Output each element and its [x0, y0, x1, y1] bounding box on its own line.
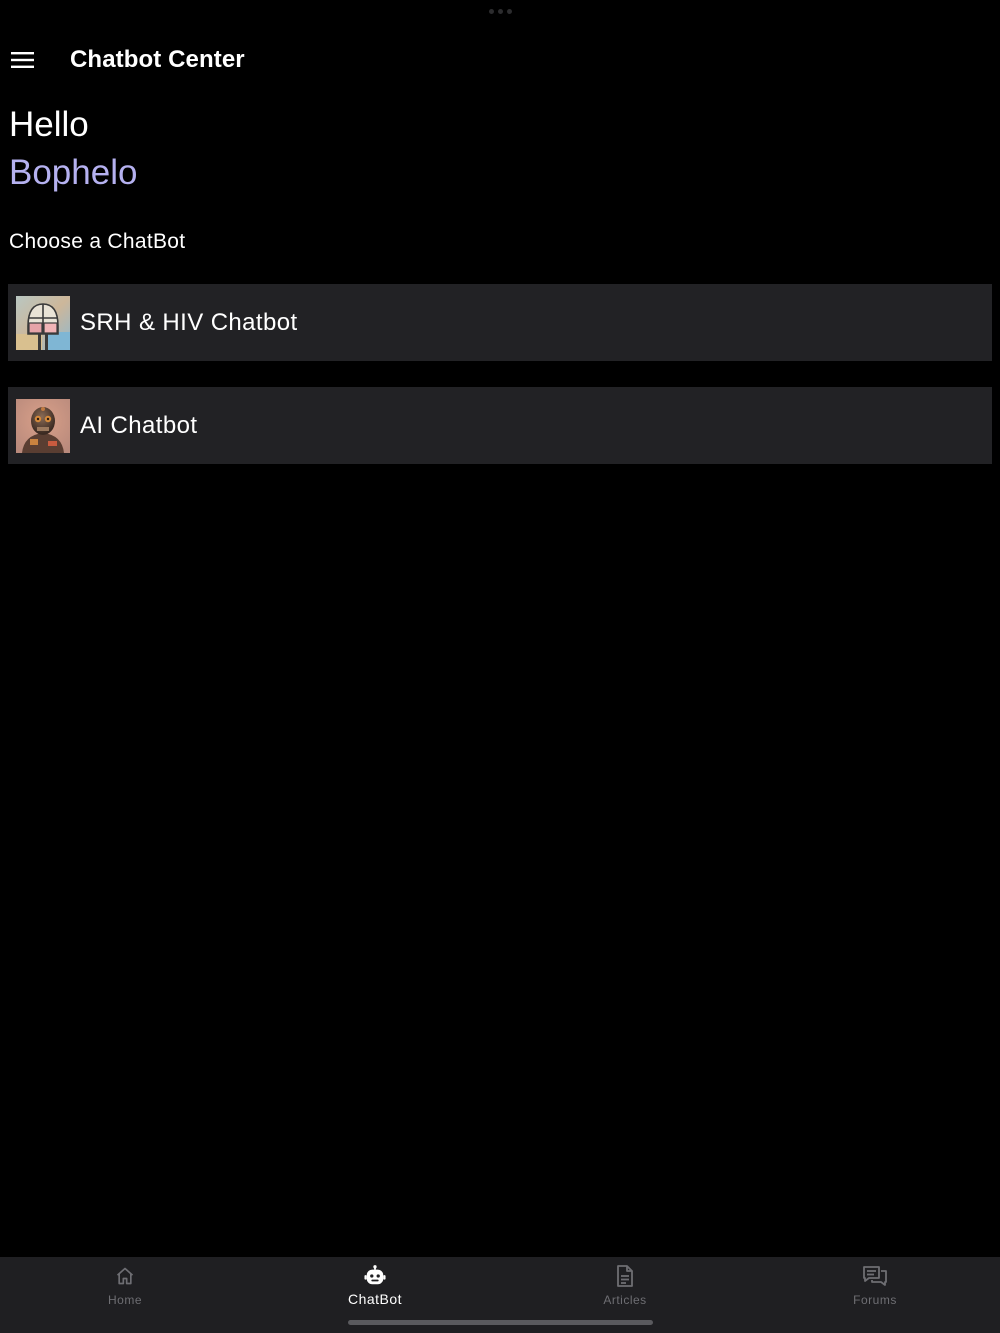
- tab-forums[interactable]: Forums: [750, 1257, 1000, 1333]
- user-name: Bophelo: [9, 153, 138, 192]
- srh-hiv-chatbot-avatar: [16, 295, 70, 350]
- top-app-bar: Chatbot Center: [0, 34, 1000, 86]
- chatbot-label: AI Chatbot: [80, 411, 198, 439]
- tab-label: Home: [107, 1293, 142, 1307]
- home-icon: [113, 1264, 137, 1288]
- robot-icon: [363, 1264, 387, 1288]
- page-title: Chatbot Center: [70, 46, 245, 73]
- document-icon: [613, 1264, 637, 1288]
- tab-label: Forums: [853, 1293, 897, 1307]
- chatbot-label: SRH & HIV Chatbot: [80, 308, 298, 336]
- multitasking-dots[interactable]: [489, 9, 512, 14]
- choose-chatbot-label: Choose a ChatBot: [9, 230, 186, 253]
- home-indicator[interactable]: [348, 1320, 653, 1325]
- app-screen: Chatbot Center Hello Bophelo Choose a Ch…: [0, 0, 1000, 1333]
- menu-button[interactable]: [0, 37, 46, 83]
- chatbot-item-ai[interactable]: AI Chatbot: [8, 387, 992, 464]
- chatbot-item-srh-hiv[interactable]: SRH & HIV Chatbot: [8, 284, 992, 361]
- ai-chatbot-avatar: [16, 398, 70, 453]
- greeting-text: Hello: [9, 105, 89, 144]
- tab-home[interactable]: Home: [0, 1257, 250, 1333]
- tab-label: Articles: [603, 1293, 647, 1307]
- chat-bubbles-icon: [863, 1264, 887, 1288]
- tab-label: ChatBot: [347, 1291, 403, 1307]
- hamburger-menu-icon: [11, 52, 34, 68]
